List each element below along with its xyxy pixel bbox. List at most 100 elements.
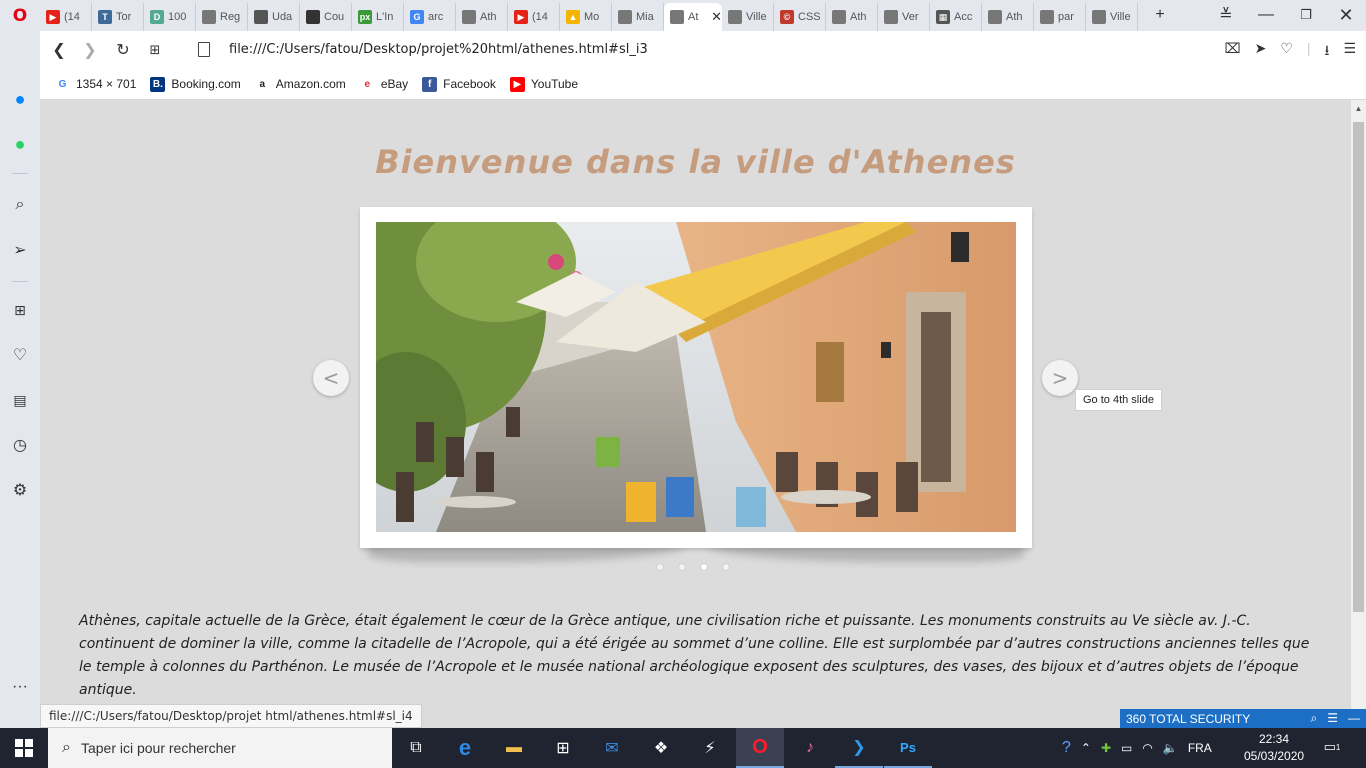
minimize-icon[interactable]: — [1348, 711, 1360, 726]
browser-tab[interactable]: Cou [300, 3, 352, 31]
browser-tab[interactable]: T Tor [92, 3, 144, 31]
vscode-icon[interactable]: ❯ [835, 728, 883, 768]
bookmark-label: 1354 × 701 [76, 77, 137, 91]
heart-icon[interactable]: ♡ [1280, 40, 1293, 64]
search-icon[interactable]: ⌕ [9, 194, 31, 216]
browser-tab[interactable]: Uda [248, 3, 300, 31]
window-close-icon[interactable]: ✕ [1336, 4, 1356, 26]
tab-label: par [1058, 11, 1074, 23]
browser-tab[interactable]: px L'In [352, 3, 404, 31]
bookmark-item[interactable]: a Amazon.com [254, 76, 346, 92]
slider-prev-button[interactable]: < [313, 360, 349, 396]
snapshot-icon[interactable]: ⌧ [1224, 40, 1240, 64]
speed-dial-icon[interactable]: ⊞ [9, 299, 31, 321]
stremio-icon[interactable]: ⚡ [686, 728, 734, 768]
volume-icon[interactable]: 🔈 [1163, 741, 1178, 755]
new-tab-button[interactable]: + [1150, 4, 1170, 26]
battery-icon[interactable]: ▭ [1121, 741, 1132, 755]
bookmarks-heart-icon[interactable]: ♡ [9, 344, 31, 366]
menu-icon[interactable]: ☰ [1327, 711, 1338, 726]
whatsapp-icon[interactable]: ● [9, 133, 31, 155]
tab-favicon-icon: ▦ [936, 10, 950, 24]
browser-tab[interactable]: ▶ (14 [508, 3, 560, 31]
browser-tab[interactable]: Ville [1086, 3, 1138, 31]
file-explorer-icon[interactable]: ▬ [490, 728, 538, 768]
tab-strip: O ▶ (14 T Tor D 100 Reg Uda Cou px L'In Garc Ath ▶ (14… [0, 0, 1366, 31]
restore-icon[interactable]: ❐ [1296, 4, 1316, 26]
taskbar-search[interactable]: ⌕ Taper ici pour rechercher [48, 728, 392, 768]
mail-icon[interactable]: ✉ [588, 728, 636, 768]
browser-tab[interactable]: © CSS [774, 3, 826, 31]
page-scrollbar[interactable]: ▲ [1351, 100, 1366, 728]
photoshop-icon[interactable]: Ps [884, 728, 932, 768]
send-icon[interactable]: ➤ [1255, 40, 1267, 64]
bookmark-item[interactable]: B. Booking.com [150, 76, 241, 92]
forward-icon[interactable]: ❯ [80, 40, 100, 60]
browser-tab[interactable]: ▶ (14 [40, 3, 92, 31]
bookmark-favicon-icon: e [359, 76, 375, 92]
browser-tab[interactable]: Reg [196, 3, 248, 31]
browser-tab[interactable]: Ver [878, 3, 930, 31]
back-icon[interactable]: ❮ [49, 40, 69, 60]
itunes-icon[interactable]: ♪ [786, 728, 834, 768]
browser-tab[interactable]: ▦ Acc [930, 3, 982, 31]
tab-label: Mia [636, 11, 654, 23]
bookmark-item[interactable]: ▶ YouTube [509, 76, 578, 92]
notification-center-icon[interactable]: ▭ 1 [1322, 738, 1342, 756]
tab-close-icon[interactable]: ✕ [711, 9, 722, 25]
messenger-icon[interactable]: ● [9, 88, 31, 110]
search-icon[interactable]: ⌕ [1311, 711, 1318, 726]
opera-menu-icon[interactable]: O [8, 6, 32, 26]
edge-icon[interactable]: e [441, 728, 489, 768]
sidebar-divider [12, 173, 28, 174]
dropbox-icon[interactable]: ❖ [637, 728, 685, 768]
slider-dot[interactable] [723, 564, 729, 570]
reload-icon[interactable]: ↻ [113, 40, 133, 60]
news-icon[interactable]: ▤ [9, 389, 31, 411]
history-icon[interactable]: ◷ [9, 434, 31, 456]
start-button[interactable] [0, 728, 48, 768]
slider-next-button[interactable]: > [1042, 360, 1078, 396]
browser-tab[interactable]: D 100 [144, 3, 196, 31]
help-icon[interactable]: ? [1062, 739, 1071, 757]
send-icon[interactable]: ➢ [9, 239, 31, 261]
browser-tab[interactable]: At ✕ [664, 3, 722, 31]
minimize-icon[interactable]: — [1256, 4, 1276, 26]
more-icon[interactable]: ··· [9, 676, 31, 698]
speed-dial-icon[interactable]: ⊞ [145, 40, 165, 60]
scroll-up-arrow-icon[interactable]: ▲ [1351, 100, 1366, 117]
browser-tab[interactable]: Ath [982, 3, 1034, 31]
language-indicator[interactable]: FRA [1188, 741, 1212, 755]
url-field[interactable]: file:///C:/Users/fatou/Desktop/projet%20… [229, 42, 648, 57]
browser-tab[interactable]: Ath [826, 3, 878, 31]
slider-dot[interactable] [657, 564, 663, 570]
tab-label: Ville [746, 11, 767, 23]
browser-tab[interactable]: Ath [456, 3, 508, 31]
bookmark-item[interactable]: e eBay [359, 76, 408, 92]
wifi-icon[interactable]: ◠ [1142, 741, 1152, 755]
browser-tab[interactable]: Ville [722, 3, 774, 31]
browser-tab[interactable]: Mia [612, 3, 664, 31]
easy-setup-icon[interactable]: ☰ [1343, 40, 1356, 64]
settings-gear-icon[interactable]: ⚙ [9, 479, 31, 501]
download-icon[interactable]: ⭳ [1325, 40, 1330, 64]
task-view-icon[interactable]: ⧉ [392, 728, 440, 768]
store-icon[interactable]: ⊞ [539, 728, 587, 768]
show-hidden-icons-icon[interactable]: ⌃ [1081, 741, 1091, 755]
browser-tab[interactable]: ▲ Mo [560, 3, 612, 31]
opera-taskbar-icon[interactable]: O [736, 728, 784, 768]
tab-menu-icon[interactable]: ≚ [1215, 4, 1237, 26]
slider-dot[interactable] [701, 564, 707, 570]
browser-tab[interactable]: par [1034, 3, 1086, 31]
security-toolbar: 360 TOTAL SECURITY ⌕ ☰ — [1120, 709, 1366, 728]
bookmark-item[interactable]: G 1354 × 701 [55, 76, 137, 92]
tab-label: Ath [850, 11, 867, 23]
scrollbar-thumb[interactable] [1353, 122, 1364, 612]
slide-image-athens-cafe-street [376, 222, 1016, 532]
web-page: Bienvenue dans la ville d'Athenes < > Go… [40, 100, 1351, 728]
bookmark-item[interactable]: f Facebook [422, 76, 496, 92]
slider-dot[interactable] [679, 564, 685, 570]
360-security-icon[interactable]: ✚ [1101, 741, 1111, 755]
browser-tab[interactable]: Garc [404, 3, 456, 31]
clock[interactable]: 22:34 05/03/2020 [1244, 731, 1304, 765]
